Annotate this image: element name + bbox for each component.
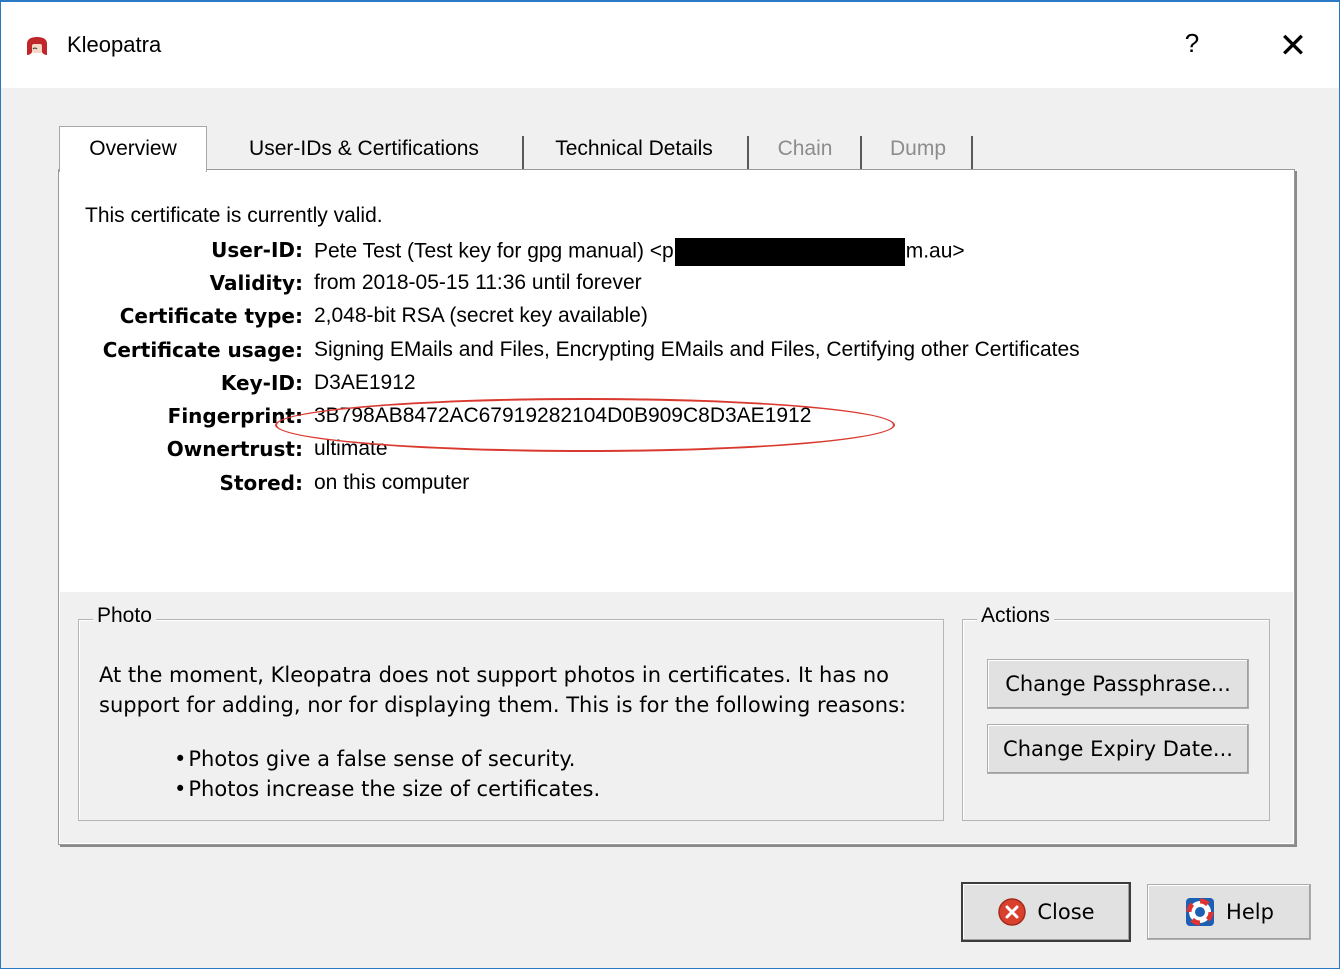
help-lifebuoy-icon <box>1186 898 1215 926</box>
field-stored: Stored: on this computer <box>77 471 1273 503</box>
certificate-info: This certificate is currently valid. Use… <box>77 192 1273 592</box>
redaction-bar <box>674 238 905 266</box>
close-button-label: Close <box>1037 900 1095 924</box>
field-fingerprint: Fingerprint: 3B798AB8472AC67919282104D0B… <box>77 404 1273 436</box>
title-bar: Kleopatra ? ✕ <box>1 2 1339 88</box>
field-ownertrust: Ownertrust: ultimate <box>77 437 1273 469</box>
user-id-prefix: Pete Test (Test key for gpg manual) <p <box>314 239 674 263</box>
kleopatra-app-icon <box>27 37 47 55</box>
field-value: on this computer <box>314 471 470 494</box>
tab-technical-details[interactable]: Technical Details <box>534 128 734 170</box>
tab-separator <box>747 136 749 170</box>
field-label: Fingerprint: <box>167 404 303 428</box>
list-item: Photos give a false sense of security. <box>174 744 600 774</box>
field-key-id: Key-ID: D3AE1912 <box>77 371 1273 403</box>
photo-group: Photo At the moment, Kleopatra does not … <box>78 604 944 821</box>
tab-separator <box>860 136 862 170</box>
photo-explanation: At the moment, Kleopatra does not suppor… <box>99 663 907 717</box>
tab-overview[interactable]: Overview <box>59 126 207 172</box>
tab-dump: Dump <box>889 137 947 160</box>
field-value: ultimate <box>314 437 388 460</box>
field-value: from 2018-05-15 11:36 until forever <box>314 271 642 294</box>
field-validity: Validity: from 2018-05-15 11:36 until fo… <box>77 271 1273 303</box>
field-label: Key-ID: <box>220 371 303 395</box>
tab-chain: Chain <box>777 137 833 160</box>
photo-reasons-list: Photos give a false sense of security. P… <box>174 744 600 804</box>
list-item: Photos increase the size of certificates… <box>174 774 600 804</box>
field-certificate-usage: Certificate usage: Signing EMails and Fi… <box>77 338 1273 370</box>
tab-separator <box>522 136 524 170</box>
window-title: Kleopatra <box>67 32 162 57</box>
help-button-label: Help <box>1226 900 1274 924</box>
change-passphrase-button[interactable]: Change Passphrase... <box>987 659 1249 709</box>
field-label: Validity: <box>209 271 303 295</box>
kleopatra-dialog: Kleopatra ? ✕ Overview User-IDs & Certif… <box>0 0 1340 969</box>
field-label: Certificate type: <box>119 304 303 328</box>
tab-user-ids-certifications[interactable]: User-IDs & Certifications <box>219 128 509 170</box>
tab-separator <box>971 136 973 170</box>
field-label: Ownertrust: <box>166 437 303 461</box>
actions-group: Actions Change Passphrase... Change Expi… <box>962 604 1270 821</box>
photo-group-title: Photo <box>93 604 156 628</box>
field-value: Pete Test (Test key for gpg manual) <p m.… <box>314 238 965 266</box>
field-label: Stored: <box>219 471 303 495</box>
user-id-suffix: m.au> <box>905 239 965 263</box>
actions-group-title: Actions <box>977 604 1054 628</box>
field-value: 2,048-bit RSA (secret key available) <box>314 304 648 327</box>
context-help-button[interactable]: ? <box>1177 28 1207 62</box>
field-label: Certificate usage: <box>102 338 303 362</box>
overview-panel: This certificate is currently valid. Use… <box>58 169 1295 845</box>
change-expiry-date-button[interactable]: Change Expiry Date... <box>987 724 1249 774</box>
validity-status: This certificate is currently valid. <box>85 204 383 227</box>
help-button[interactable]: Help <box>1147 884 1311 940</box>
field-value: Signing EMails and Files, Encrypting EMa… <box>314 338 1080 361</box>
field-user-id: User-ID: Pete Test (Test key for gpg man… <box>77 238 1273 270</box>
window-close-button[interactable]: ✕ <box>1273 28 1313 68</box>
field-certificate-type: Certificate type: 2,048-bit RSA (secret … <box>77 304 1273 336</box>
field-label: User-ID: <box>211 238 303 262</box>
close-circle-icon <box>998 898 1027 926</box>
close-button[interactable]: Close <box>961 882 1131 942</box>
field-value: D3AE1912 <box>314 371 416 394</box>
field-value: 3B798AB8472AC67919282104D0B909C8D3AE1912 <box>314 404 812 427</box>
